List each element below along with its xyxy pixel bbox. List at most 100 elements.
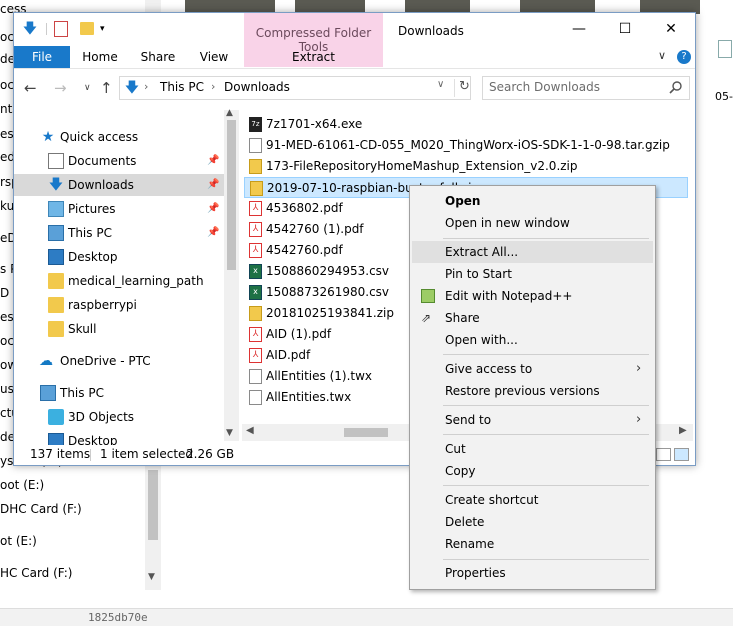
refresh-icon[interactable]: ↻ [454, 79, 470, 97]
menu-item-share[interactable]: ⇗ Share [412, 307, 653, 329]
title-bar[interactable]: 🡇 ▾ Compressed Folder Tools Downloads — … [14, 13, 695, 67]
nav-desktop[interactable]: Desktop [14, 430, 224, 445]
pin-icon[interactable]: 📌 [207, 198, 219, 220]
breadcrumb-separator[interactable]: › [211, 80, 215, 93]
menu-item-open-with[interactable]: Open with... [412, 329, 653, 351]
onedrive-icon: ☁ [38, 353, 54, 369]
tab-file[interactable]: File [14, 46, 70, 68]
chevron-up-icon[interactable]: ▲ [226, 108, 233, 118]
folder-icon [48, 321, 64, 337]
window-title: Downloads [398, 24, 464, 38]
nav-pane-scrollbar[interactable]: ▲ ▼ [224, 108, 239, 441]
breadcrumb-downloads[interactable]: Downloads [224, 80, 290, 94]
notepad-plus-plus-icon [421, 289, 435, 303]
downloads-icon: 🡇 [48, 177, 64, 193]
menu-item-rename[interactable]: Rename [412, 533, 653, 555]
maximize-button[interactable]: ☐ [602, 13, 648, 45]
new-folder-icon[interactable] [80, 22, 94, 35]
menu-item-edit-notepad[interactable]: Edit with Notepad++ [412, 285, 653, 307]
pc-icon [40, 385, 56, 401]
chevron-right-icon[interactable]: ▶ [679, 425, 687, 436]
menu-item-delete[interactable]: Delete [412, 511, 653, 533]
menu-item-restore-versions[interactable]: Restore previous versions [412, 380, 653, 402]
search-icon[interactable] [669, 80, 683, 94]
pdf-icon: ⅄ [249, 348, 262, 363]
menu-item-label: Open [445, 194, 481, 208]
breadcrumb-separator[interactable]: › [144, 80, 148, 93]
help-icon[interactable]: ? [677, 50, 691, 64]
nav-item-label: Pictures [68, 202, 116, 216]
tab-view[interactable]: View [190, 46, 238, 68]
file-row[interactable]: 91-MED-61061-CD-055_M020_ThingWorx-iOS-S… [244, 135, 688, 156]
exe-icon: 7z [249, 117, 262, 132]
minimize-button[interactable]: — [556, 13, 602, 45]
large-icons-view-icon[interactable] [674, 448, 689, 461]
menu-separator [443, 354, 649, 355]
nav-item-label: This PC [68, 226, 112, 240]
menu-item-open[interactable]: Open [412, 190, 653, 212]
background-scrollbar-thumb[interactable] [148, 470, 158, 540]
file-row[interactable]: 7z 7z1701-x64.exe [244, 114, 688, 135]
address-dropdown-icon[interactable]: ∨ [437, 79, 444, 90]
downloads-icon: 🡇 [124, 80, 140, 96]
tab-share[interactable]: Share [134, 46, 182, 68]
close-button[interactable]: ✕ [648, 13, 694, 45]
tab-home[interactable]: Home [76, 46, 124, 68]
menu-item-send-to[interactable]: Send to › [412, 409, 653, 431]
customize-toolbar-icon[interactable]: ▾ [100, 21, 110, 37]
nav-skull[interactable]: Skull [14, 318, 224, 340]
horizontal-scrollbar-thumb[interactable] [344, 428, 388, 437]
chevron-left-icon[interactable]: ◀ [246, 425, 254, 436]
menu-item-copy[interactable]: Copy [412, 460, 653, 482]
properties-icon[interactable] [54, 21, 68, 37]
nav-3d-objects[interactable]: 3D Objects [14, 406, 224, 428]
pictures-icon [48, 201, 64, 217]
tab-extract[interactable]: Extract [244, 46, 383, 68]
nav-item-label: This PC [60, 386, 104, 400]
nav-documents[interactable]: Documents 📌 [14, 150, 224, 172]
file-name: 4542760.pdf [266, 243, 343, 257]
file-name: AID.pdf [266, 348, 311, 362]
pin-icon[interactable]: 📌 [207, 222, 219, 244]
chevron-down-icon[interactable]: ▼ [226, 428, 233, 438]
chevron-down-icon[interactable]: ▼ [148, 572, 155, 582]
file-row[interactable]: 173-FileRepositoryHomeMashup_Extension_v… [244, 156, 688, 177]
back-button[interactable]: ← [24, 79, 37, 97]
menu-item-open-new-window[interactable]: Open in new window [412, 212, 653, 234]
nav-medical-learning-path[interactable]: medical_learning_path [14, 270, 224, 292]
menu-item-create-shortcut[interactable]: Create shortcut [412, 489, 653, 511]
address-bar[interactable]: 🡇 › This PC › Downloads ∨ ↻ [119, 76, 471, 100]
breadcrumb-this-pc[interactable]: This PC [160, 80, 204, 94]
menu-separator [443, 405, 649, 406]
up-button[interactable]: ↑ [100, 79, 113, 97]
background-file[interactable]: 05- [714, 38, 733, 103]
zip-icon [249, 306, 262, 321]
nav-onedrive[interactable]: ☁ OneDrive - PTC [14, 350, 224, 372]
menu-item-cut[interactable]: Cut [412, 438, 653, 460]
recent-locations-button[interactable]: ∨ [84, 83, 91, 93]
forward-button[interactable]: → [54, 79, 67, 97]
menu-item-label: Rename [445, 537, 495, 551]
menu-separator [443, 559, 649, 560]
nav-quick-access[interactable]: ★ Quick access [14, 126, 224, 148]
menu-separator [443, 485, 649, 486]
search-box[interactable] [482, 76, 690, 100]
details-view-icon[interactable] [656, 448, 671, 461]
pin-icon[interactable]: 📌 [207, 174, 219, 196]
nav-raspberrypi[interactable]: raspberrypi [14, 294, 224, 316]
search-input[interactable] [483, 77, 671, 97]
menu-item-properties[interactable]: Properties [412, 562, 653, 584]
nav-pane-scrollbar-thumb[interactable] [227, 120, 236, 270]
nav-pictures[interactable]: Pictures 📌 [14, 198, 224, 220]
nav-downloads[interactable]: 🡇 Downloads 📌 [14, 174, 224, 196]
chevron-down-icon[interactable]: ∨ [658, 49, 666, 62]
file-name: 4542760 (1).pdf [266, 222, 364, 236]
pin-icon[interactable]: 📌 [207, 150, 219, 172]
menu-item-extract-all[interactable]: Extract All... [412, 241, 653, 263]
nav-this-pc-pinned[interactable]: This PC 📌 [14, 222, 224, 244]
divider [46, 23, 47, 35]
nav-this-pc[interactable]: This PC [14, 382, 224, 404]
menu-item-give-access[interactable]: Give access to › [412, 358, 653, 380]
nav-desktop-pinned[interactable]: Desktop [14, 246, 224, 268]
menu-item-pin-to-start[interactable]: Pin to Start [412, 263, 653, 285]
